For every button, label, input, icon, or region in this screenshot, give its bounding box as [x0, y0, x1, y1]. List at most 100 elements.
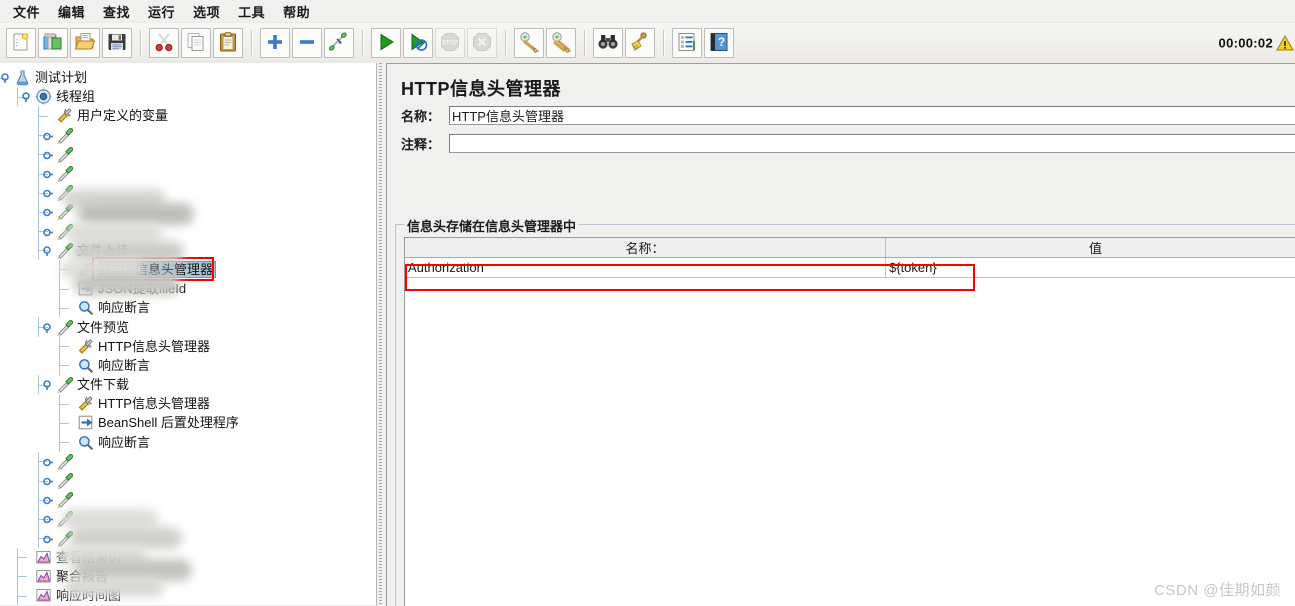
tree-toggle-collapsed-icon[interactable]: [43, 206, 54, 217]
copy-button[interactable]: [181, 28, 211, 58]
tree-node[interactable]: 响应断言: [0, 432, 376, 452]
tree-node-selected[interactable]: HTTP信息头管理器: [0, 259, 376, 280]
tree-toggle-collapsed-icon[interactable]: [43, 513, 54, 524]
menu-edit[interactable]: 编辑: [49, 0, 94, 23]
config-icon: [56, 107, 73, 124]
tree-node[interactable]: [0, 528, 376, 548]
menu-tools[interactable]: 工具: [229, 0, 274, 23]
reset-search-button[interactable]: [625, 28, 655, 58]
cell-header-value[interactable]: ${token}: [886, 258, 1295, 277]
tree-toggle-placeholder: [64, 360, 75, 371]
redacted-label-blur: [74, 273, 180, 295]
new-button[interactable]: [6, 28, 36, 58]
menu-help[interactable]: 帮助: [274, 0, 319, 23]
tree-toggle-expanded-icon[interactable]: [1, 72, 12, 84]
tree-node[interactable]: 文件上传: [0, 240, 376, 260]
warning-icon[interactable]: [1275, 33, 1295, 53]
tree-node[interactable]: 响应断言: [0, 355, 376, 375]
tree-node[interactable]: 线程组: [0, 87, 376, 107]
tree-node[interactable]: JSON提取fileId: [0, 279, 376, 299]
tree-toggle-collapsed-icon[interactable]: [43, 168, 54, 179]
test-plan-tree-panel[interactable]: 测试计划线程组用户定义的变量文件上传HTTP信息头管理器JSON提取fileId…: [0, 63, 377, 605]
cut-button[interactable]: [149, 28, 179, 58]
name-input[interactable]: HTTP信息头管理器: [449, 106, 1295, 125]
redacted-label-blur: [66, 223, 162, 243]
column-header-value[interactable]: 值: [886, 238, 1295, 257]
toggle-button[interactable]: [324, 28, 354, 58]
tree-node[interactable]: [0, 509, 376, 529]
search-button[interactable]: [593, 28, 623, 58]
assertion-icon: [77, 357, 94, 374]
open-folder-icon: [74, 31, 96, 56]
tree-node[interactable]: [0, 470, 376, 491]
menu-run[interactable]: 运行: [139, 0, 184, 23]
tree-node[interactable]: [0, 163, 376, 184]
tree-toggle-collapsed-icon[interactable]: [43, 494, 54, 505]
tree-node[interactable]: 用户定义的变量: [0, 106, 376, 126]
tree-node[interactable]: [0, 144, 376, 164]
tree-toggle-expanded-icon[interactable]: [43, 245, 54, 256]
open-button[interactable]: [70, 28, 100, 58]
function-helper-button[interactable]: [672, 28, 702, 58]
menu-file[interactable]: 文件: [4, 0, 49, 23]
tree-toggle-expanded-icon[interactable]: [43, 322, 54, 333]
split-divider[interactable]: [377, 63, 385, 605]
function-helper-icon: [676, 31, 698, 56]
headers-table[interactable]: 名称： 值 Authorization ${token}: [404, 237, 1295, 606]
headers-group-title: 信息头存储在信息头管理器中: [404, 216, 580, 235]
paste-button[interactable]: [213, 28, 243, 58]
menu-bar: 文件 编辑 查找 运行 选项 工具 帮助: [0, 0, 1295, 23]
tree-node[interactable]: [0, 221, 376, 241]
start-button[interactable]: [371, 28, 401, 58]
clear-button[interactable]: [514, 28, 544, 58]
tree-node-label: 用户定义的变量: [77, 108, 169, 124]
svg-text:?: ?: [718, 35, 725, 49]
tree-node[interactable]: 响应时间图: [0, 586, 376, 605]
tree-node[interactable]: [0, 125, 376, 145]
test-plan-tree[interactable]: 测试计划线程组用户定义的变量文件上传HTTP信息头管理器JSON提取fileId…: [0, 63, 376, 605]
headers-table-head: 名称： 值: [405, 238, 1295, 258]
tree-node-label: 响应断言: [98, 300, 151, 316]
stop-icon: STOP: [439, 31, 461, 56]
tree-toggle-placeholder: [22, 590, 33, 601]
table-row[interactable]: Authorization ${token}: [405, 258, 1295, 278]
save-button[interactable]: [102, 28, 132, 58]
tree-toggle-collapsed-icon[interactable]: [43, 533, 54, 544]
tree-node[interactable]: [0, 183, 376, 203]
start-no-pauses-button[interactable]: [403, 28, 433, 58]
tree-toggle-collapsed-icon[interactable]: [43, 226, 54, 237]
comment-input[interactable]: [449, 134, 1295, 153]
expand-all-button[interactable]: [260, 28, 290, 58]
tree-node[interactable]: [0, 490, 376, 510]
tree-node[interactable]: HTTP信息头管理器: [0, 394, 376, 414]
tree-node[interactable]: HTTP信息头管理器: [0, 336, 376, 356]
tree-toggle-collapsed-icon[interactable]: [43, 130, 54, 141]
tree-toggle-collapsed-icon[interactable]: [43, 149, 54, 160]
tree-node[interactable]: [0, 451, 376, 471]
tree-toggle-collapsed-icon[interactable]: [43, 475, 54, 486]
tree-node[interactable]: BeanShell 后置处理程序: [0, 413, 376, 433]
cell-header-name[interactable]: Authorization: [405, 258, 886, 277]
tree-node[interactable]: 测试计划: [0, 68, 376, 87]
column-header-name[interactable]: 名称：: [405, 238, 886, 257]
templates-button[interactable]: [38, 28, 68, 58]
tree-node[interactable]: 文件预览: [0, 317, 376, 337]
tree-toggle-expanded-icon[interactable]: [22, 91, 33, 103]
tree-toggle-collapsed-icon[interactable]: [43, 187, 54, 198]
test-plan-icon: [14, 69, 31, 86]
tree-node[interactable]: 文件下载: [0, 375, 376, 395]
tree-node-label: 文件下载: [77, 377, 130, 393]
menu-search[interactable]: 查找: [94, 0, 139, 23]
menu-options[interactable]: 选项: [184, 0, 229, 23]
config-icon: [77, 395, 94, 412]
tree-node-label: 文件预览: [77, 319, 130, 335]
tree-toggle-collapsed-icon[interactable]: [43, 456, 54, 467]
toolbar-separator: [140, 30, 141, 56]
tree-toggle-expanded-icon[interactable]: [43, 379, 54, 391]
sampler-icon: [56, 127, 74, 145]
clear-all-button[interactable]: [546, 28, 576, 58]
minus-icon: [296, 31, 318, 56]
help-button[interactable]: ?: [704, 28, 734, 58]
tree-node[interactable]: 响应断言: [0, 298, 376, 318]
collapse-all-button[interactable]: [292, 28, 322, 58]
